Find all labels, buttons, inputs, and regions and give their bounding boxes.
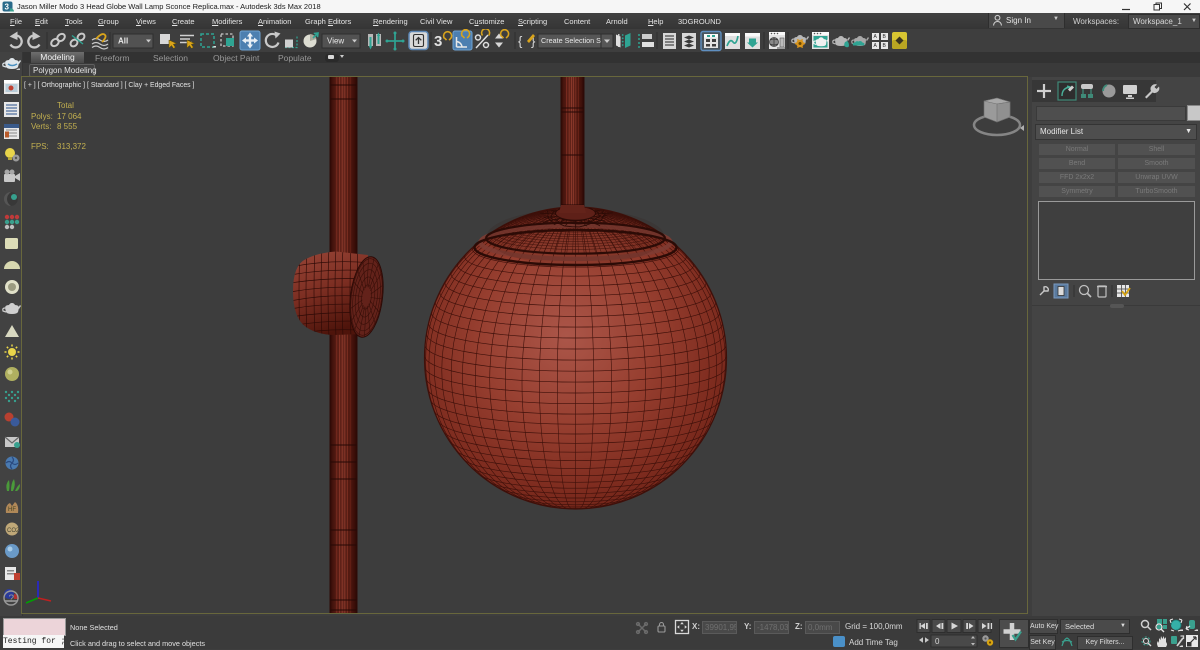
svg-text:0: 0 [935,637,940,646]
svg-text:?: ? [9,594,15,605]
svg-text:View: View [327,37,344,46]
svg-text:HF: HF [8,507,16,513]
svg-text:Create Selection Se: Create Selection Se [541,36,605,45]
svg-text:CO2: CO2 [7,528,20,534]
svg-text:{: { [518,34,523,49]
svg-text:3: 3 [434,33,442,50]
svg-text:3: 3 [5,3,10,12]
svg-text:All: All [118,37,128,46]
